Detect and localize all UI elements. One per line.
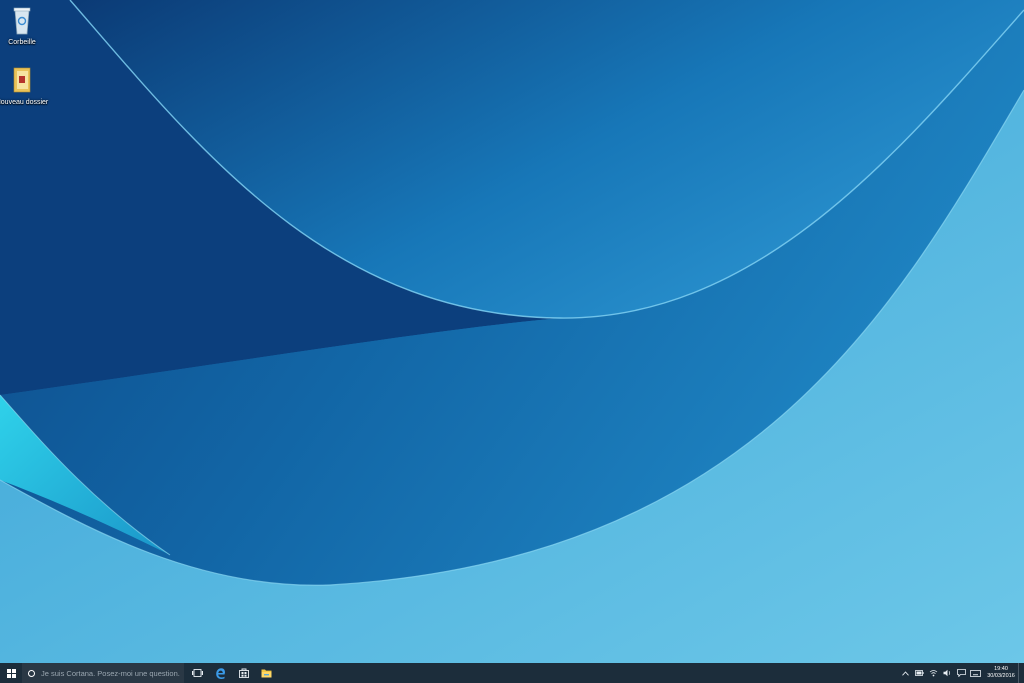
- clock-time: 19:40: [994, 666, 1008, 672]
- action-center-icon: [956, 669, 966, 677]
- chevron-up-icon: [901, 670, 909, 676]
- recycle-bin-icon: [13, 7, 31, 35]
- action-center-button[interactable]: [954, 663, 968, 683]
- network-icon: [929, 670, 937, 677]
- keyboard-icon: [969, 669, 981, 677]
- volume-control[interactable]: [940, 663, 954, 683]
- desktop-icon-recycle-bin[interactable]: Corbeille: [0, 4, 51, 47]
- desktop-icon-label: Nouveau dossier: [0, 99, 49, 106]
- system-tray: 19:40 30/03/2016: [898, 663, 1024, 683]
- clock-date: 30/03/2016: [987, 673, 1015, 679]
- store-button[interactable]: [232, 663, 255, 683]
- file-explorer-button[interactable]: [255, 663, 278, 683]
- file-explorer-icon: [261, 669, 272, 678]
- task-view-button[interactable]: [186, 663, 209, 683]
- touch-keyboard-button[interactable]: [968, 663, 982, 683]
- network-status[interactable]: [926, 663, 940, 683]
- clock[interactable]: 19:40 30/03/2016: [984, 663, 1018, 683]
- cortana-icon: [28, 669, 35, 677]
- volume-icon: [943, 669, 950, 677]
- folder-icon: [13, 67, 31, 93]
- desktop-icon-label: Corbeille: [8, 39, 36, 46]
- desktop-icon-new-folder[interactable]: Nouveau dossier: [0, 64, 51, 107]
- start-button[interactable]: [0, 663, 22, 683]
- battery-status[interactable]: [912, 663, 926, 683]
- edge-button[interactable]: [209, 663, 232, 683]
- battery-icon: [914, 670, 924, 676]
- taskbar: Je suis Cortana. Posez-moi une question.: [0, 663, 1024, 683]
- desktop-wallpaper: [0, 0, 1024, 663]
- task-view-icon: [192, 669, 203, 677]
- show-hidden-icons-button[interactable]: [898, 663, 912, 683]
- search-placeholder: Je suis Cortana. Posez-moi une question.: [41, 668, 180, 678]
- store-icon: [238, 668, 249, 678]
- edge-icon: [216, 667, 225, 679]
- show-desktop-button[interactable]: [1018, 663, 1024, 683]
- cortana-search-box[interactable]: Je suis Cortana. Posez-moi une question.: [22, 663, 184, 683]
- windows-logo-icon: [6, 668, 16, 678]
